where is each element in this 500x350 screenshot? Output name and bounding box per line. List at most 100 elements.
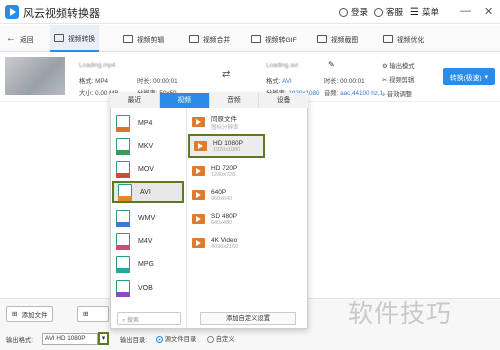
output-mode-action[interactable]: ⚙ 输出模式 [382, 61, 415, 70]
add-file-button[interactable]: ⊞ 添加文件 [6, 306, 54, 322]
tab-label: 视频转GIF [265, 36, 297, 44]
sound-icon: ♪ [382, 91, 386, 98]
output-duration: 时长: 00:00:01 [324, 78, 365, 85]
menu-label: 菜单 [421, 7, 439, 17]
tab-label: 视频合并 [203, 36, 231, 44]
shuffle-arrow-icon: ⇄ [222, 69, 231, 80]
video-convert-icon [54, 33, 64, 42]
tab-label: 视频优化 [397, 36, 425, 44]
resolution-name: 同原文件 [211, 116, 237, 123]
format-vob[interactable]: VOB [112, 277, 184, 299]
video-edit-action[interactable]: ✂ 视频剪辑 [382, 75, 414, 84]
back-button[interactable]: ← 返回 [2, 25, 38, 52]
format-mkv[interactable]: MKV [112, 135, 184, 157]
resolution-name: 4K Video [211, 236, 238, 244]
format-label: VOB [138, 284, 153, 292]
popup-divider [186, 108, 187, 329]
format-label: WMV [138, 214, 156, 222]
dropdown-arrow-button[interactable]: ▾ [98, 332, 109, 345]
resolution-hd-720p[interactable]: HD 720P 1280x720 [188, 159, 306, 183]
wmv-file-icon [115, 209, 130, 227]
output-format-label: 格式: AVI [266, 76, 292, 85]
video-thumbnail[interactable] [5, 57, 65, 95]
popup-tab-audio[interactable]: 音频 [209, 93, 260, 108]
output-dir-caption: 输出目录: [120, 337, 147, 344]
add-custom-setting-button[interactable]: 添加自定义设置 [200, 312, 296, 325]
format-m4v[interactable]: M4V [112, 230, 184, 252]
convert-button[interactable]: 转换(极速) ▾ [443, 68, 495, 85]
login-label: 登录 [351, 7, 369, 17]
chevron-down-icon: ▾ [484, 73, 489, 81]
format-wmv[interactable]: WMV [112, 207, 184, 229]
tab-video-gif[interactable]: 视频转GIF [247, 25, 301, 52]
output-format-select[interactable]: AVI HD 1080P [42, 333, 98, 345]
gif-icon [251, 34, 261, 43]
format-label: MPG [138, 260, 154, 268]
popup-tab-device[interactable]: 设备 [259, 93, 308, 108]
video-merge-icon [189, 34, 199, 43]
gear-icon: ⚙ [382, 63, 388, 70]
format-mov[interactable]: MOV [112, 158, 184, 180]
resolution-size: 图标分辨率 [211, 125, 239, 131]
out-format-label: 格式: [266, 78, 281, 85]
format-avi[interactable]: AVI [112, 181, 184, 203]
popup-tab-recent[interactable]: 最近 [110, 93, 160, 108]
scissors-icon: ✂ [382, 77, 388, 84]
search-placeholder: 搜索 [127, 318, 140, 324]
resolution-hd-1080p[interactable]: HD 1080P 1920x1080 [188, 134, 265, 158]
tab-video-screenshot[interactable]: 视频截图 [313, 25, 362, 52]
menu-button[interactable]: ☰ 菜单 [410, 6, 439, 18]
resolution-size: 4096x2160 [211, 243, 239, 250]
action-label: 输出模式 [389, 63, 415, 70]
tab-video-optimize[interactable]: 视频优化 [379, 25, 428, 52]
resolution-sd-480p[interactable]: SD 480P 640x480 [188, 207, 306, 231]
resolution-640p[interactable]: 640P 960x640 [188, 183, 306, 207]
video-preset-icon [192, 190, 205, 200]
resolution-size: 960x640 [211, 195, 233, 202]
resolution-size: 640x480 [211, 219, 233, 226]
format-label: MP4 [138, 119, 153, 127]
search-icon: ⌕ [122, 318, 126, 324]
resolution-name: SD 480P [211, 212, 238, 220]
add-folder-button[interactable]: ⊞ [77, 306, 109, 322]
headset-icon [374, 7, 383, 17]
support-label: 客服 [386, 7, 404, 17]
format-mp4[interactable]: MP4 [112, 112, 184, 134]
radio-label: 自定义 [215, 336, 235, 343]
resolution-name: HD 720P [211, 164, 238, 172]
folder-icon: ⊞ [83, 311, 89, 318]
optimize-icon [383, 34, 393, 43]
minimize-button[interactable]: — [460, 5, 471, 17]
video-preset-icon [192, 166, 205, 176]
resolution-name: 640P [211, 188, 227, 196]
format-mpg[interactable]: MPG [112, 253, 184, 275]
radio-custom-dir[interactable]: 自定义 [207, 334, 235, 343]
resolution-size: 1280x720 [211, 171, 236, 178]
resolution-same-as-source[interactable]: 同原文件 图标分辨率 [188, 110, 306, 134]
resolution-4k[interactable]: 4K Video 4096x2160 [188, 231, 306, 255]
edit-pencil-icon[interactable]: ✎ [328, 60, 335, 69]
support-button[interactable]: 客服 [374, 6, 403, 18]
add-file-icon: ⊞ [12, 311, 18, 318]
back-arrow-icon: ← [6, 33, 16, 44]
tab-video-convert[interactable]: 视频转换 [50, 25, 100, 52]
login-button[interactable]: 登录 [339, 6, 368, 18]
resolution-name: HD 1080P [213, 139, 243, 147]
resolution-size: 1920x1080 [213, 146, 241, 153]
format-label: MKV [138, 142, 154, 150]
format-search-input[interactable]: ⌕ 搜索 [117, 312, 181, 325]
popup-tab-video[interactable]: 视频 [159, 93, 210, 108]
mov-file-icon [115, 160, 130, 178]
video-edit-icon [123, 34, 133, 43]
tab-video-edit[interactable]: 视频剪辑 [119, 25, 168, 52]
audio-adjust-action[interactable]: ♪ 音效调整 [382, 89, 412, 98]
file-format: 格式: MP4 [79, 78, 109, 85]
video-preset-icon [194, 141, 207, 151]
m4v-file-icon [115, 232, 130, 250]
close-button[interactable]: ✕ [484, 5, 493, 18]
radio-source-dir[interactable]: 源文件目录 [156, 334, 196, 343]
radio-unchecked-icon [207, 335, 214, 343]
format-label: M4V [138, 237, 153, 245]
screenshot-icon [317, 34, 327, 43]
tab-video-merge[interactable]: 视频合并 [185, 25, 234, 52]
